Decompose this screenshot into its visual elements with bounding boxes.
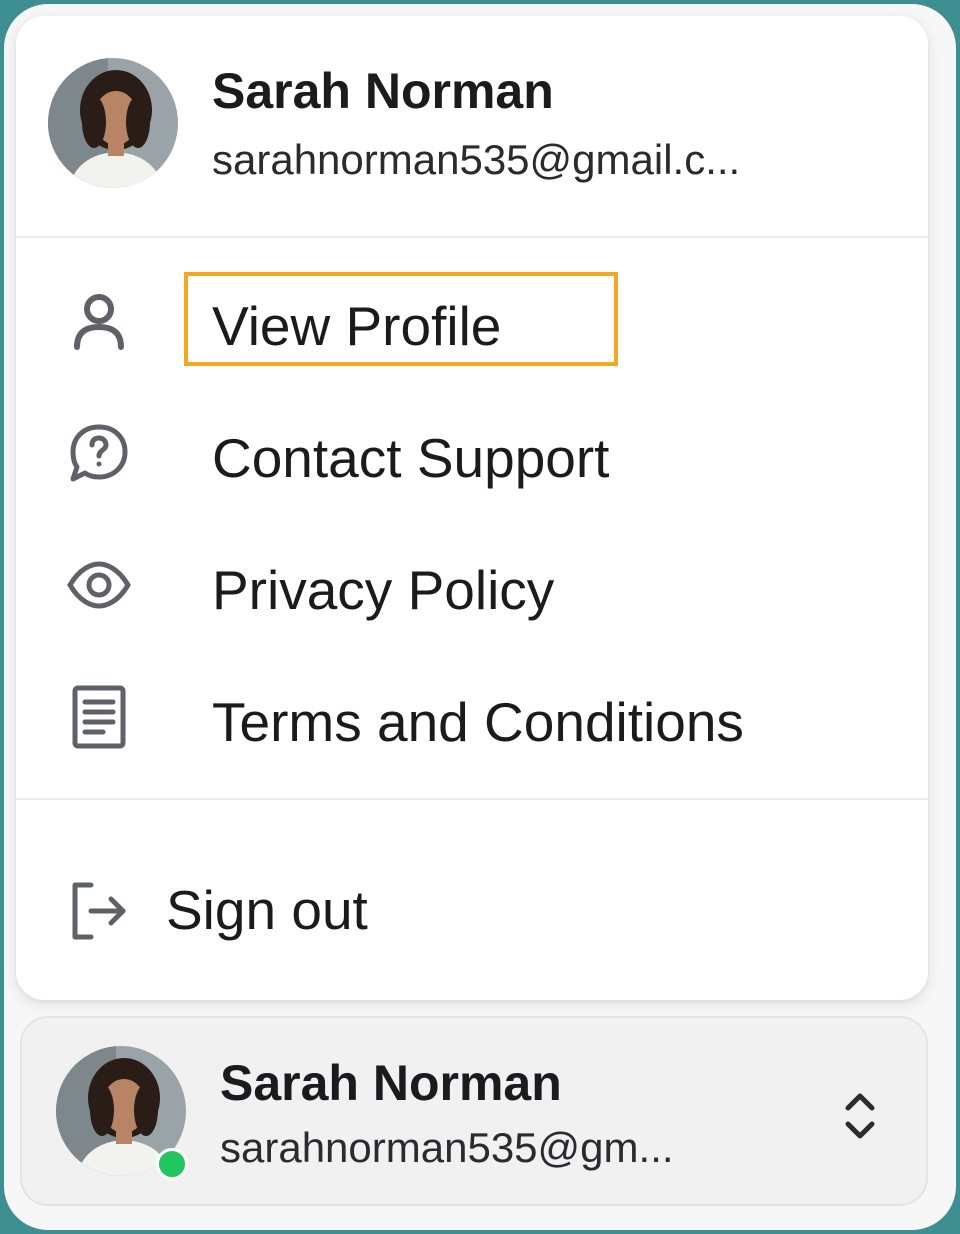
app-frame: Sarah Norman sarahnorman535@gmail.c... V… bbox=[4, 4, 956, 1230]
menu-item-label: View Profile bbox=[212, 295, 502, 357]
user-name: Sarah Norman bbox=[212, 63, 554, 119]
chevron-up-down-icon bbox=[840, 1088, 880, 1144]
document-icon bbox=[64, 682, 134, 752]
menu-item-view-profile[interactable]: View Profile bbox=[16, 266, 928, 376]
user-email: sarahnorman535@gmail.c... bbox=[212, 136, 741, 183]
account-email: sarahnorman535@gm... bbox=[220, 1124, 674, 1171]
avatar-photo bbox=[48, 58, 178, 188]
online-status-indicator bbox=[156, 1148, 188, 1180]
menu-item-label: Terms and Conditions bbox=[212, 691, 744, 753]
menu-item-contact-support[interactable]: Contact Support bbox=[16, 398, 928, 508]
avatar bbox=[48, 58, 178, 188]
sign-out-button[interactable]: Sign out bbox=[16, 856, 928, 966]
menu-item-terms-and-conditions[interactable]: Terms and Conditions bbox=[16, 662, 928, 772]
user-icon bbox=[64, 286, 134, 356]
menu-item-label: Contact Support bbox=[212, 427, 610, 489]
divider bbox=[16, 236, 928, 238]
sign-out-label: Sign out bbox=[166, 879, 368, 941]
eye-icon bbox=[64, 550, 134, 620]
menu-item-privacy-policy[interactable]: Privacy Policy bbox=[16, 530, 928, 640]
user-menu-dropdown: Sarah Norman sarahnorman535@gmail.c... V… bbox=[16, 16, 928, 1000]
account-switcher[interactable]: Sarah Norman sarahnorman535@gm... bbox=[20, 1016, 928, 1206]
menu-item-label: Privacy Policy bbox=[212, 559, 555, 621]
divider bbox=[16, 798, 928, 800]
account-name: Sarah Norman bbox=[220, 1055, 562, 1111]
sign-out-icon bbox=[64, 876, 134, 946]
help-chat-icon bbox=[64, 418, 134, 488]
